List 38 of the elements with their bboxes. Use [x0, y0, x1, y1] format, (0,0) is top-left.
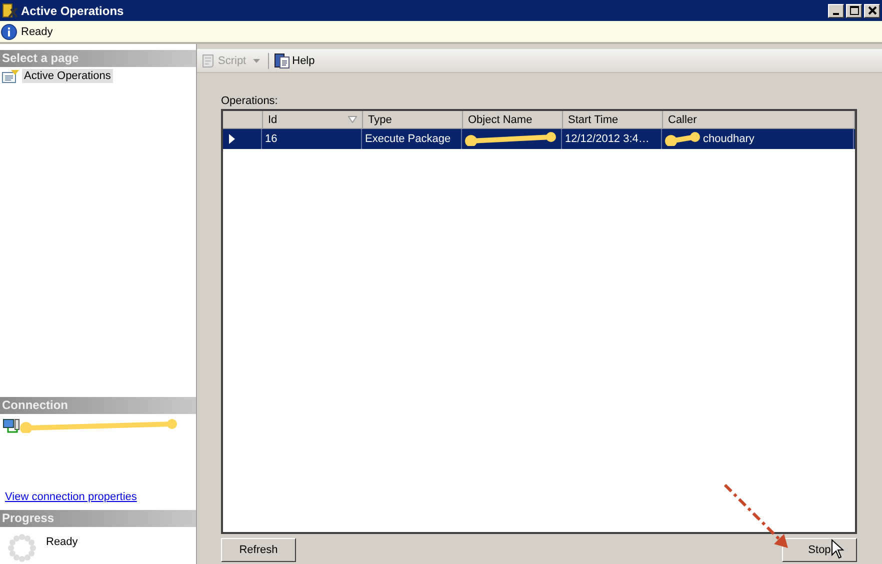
header-corner — [223, 111, 263, 129]
server-icon — [3, 419, 20, 433]
action-button[interactable]: Stop — [782, 538, 857, 562]
scroll-icon — [200, 52, 216, 68]
connection-properties-link[interactable]: View connection properties — [5, 491, 137, 503]
minimize-icon — [833, 12, 839, 14]
toolbar-button[interactable]: Help — [273, 52, 316, 68]
table-row[interactable]: 16 Execute Package 12/12/2012 3:4… choudhary — [223, 129, 855, 149]
maximize-icon — [850, 6, 858, 15]
minimize-button[interactable] — [828, 4, 844, 18]
current-row-icon — [229, 134, 235, 144]
column-header[interactable]: Caller — [663, 111, 855, 129]
section-header: Select a page — [0, 50, 196, 67]
caret-icon — [253, 58, 260, 62]
action-button[interactable]: Refresh — [221, 538, 296, 562]
info-icon — [1, 24, 17, 40]
section-header: Connection — [0, 397, 196, 414]
column-header[interactable]: Id — [263, 111, 363, 129]
cursor-icon — [831, 539, 845, 559]
maximize-button[interactable] — [846, 4, 862, 18]
column-header[interactable]: Object Name — [463, 111, 563, 129]
section-header: Progress — [0, 510, 196, 527]
table-cell: 12/12/2012 3:4… — [565, 133, 650, 145]
table-cell: Execute Package — [365, 133, 451, 145]
window-title: Active Operations — [21, 4, 125, 18]
column-header[interactable]: Start Time — [563, 111, 663, 129]
progress-status: Ready — [46, 535, 78, 550]
help-book-icon — [274, 52, 290, 68]
status-text: Ready — [21, 26, 53, 38]
tools-icon — [2, 2, 18, 18]
table-cell: choudhary — [703, 133, 754, 145]
close-icon — [868, 6, 876, 15]
close-button[interactable] — [864, 4, 880, 18]
grid-label: Operations: — [221, 95, 279, 107]
page-item[interactable]: Active Operations — [22, 69, 113, 83]
table-cell: 16 — [265, 133, 278, 145]
column-header[interactable]: Type — [363, 111, 463, 129]
spinner-icon — [8, 534, 36, 562]
